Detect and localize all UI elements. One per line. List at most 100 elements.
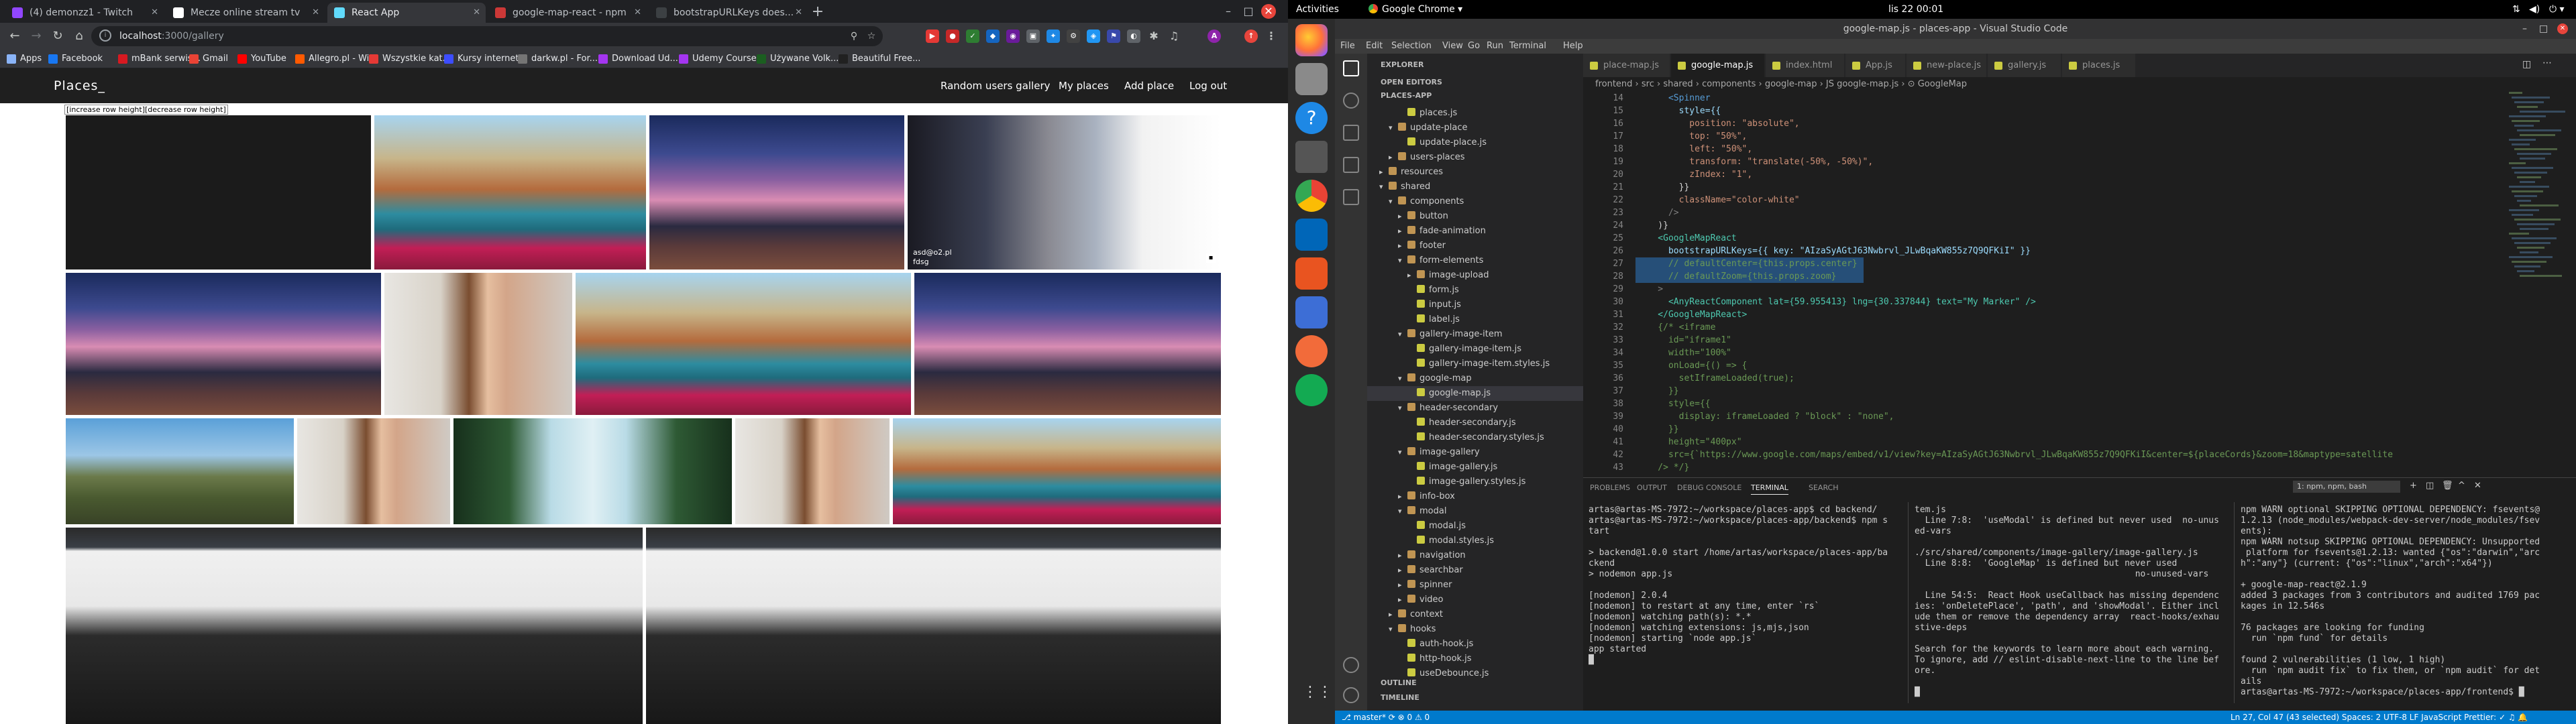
panel-tab-terminal[interactable]: TERMINAL: [1751, 483, 1788, 495]
firefox-icon[interactable]: [1295, 24, 1328, 56]
gallery-image-portrait[interactable]: [735, 418, 890, 524]
extension-icon[interactable]: ▶: [926, 29, 939, 43]
bookmark-item[interactable]: YouTube: [236, 50, 286, 68]
menu-item-selection[interactable]: Selection: [1391, 39, 1432, 54]
bookmark-item[interactable]: Allegro.pl - Wi...: [294, 50, 378, 68]
gallery-image-monastery[interactable]: [66, 418, 294, 524]
gallery-image-city-night[interactable]: [649, 115, 904, 269]
home-icon[interactable]: ⌂: [70, 27, 89, 46]
extensions-puzzle-icon[interactable]: ✱: [1147, 29, 1161, 43]
file-tree-item[interactable]: header-secondary.styles.js: [1417, 430, 1544, 445]
menu-item-go[interactable]: Go: [1468, 39, 1480, 54]
tab-close-icon[interactable]: ✕: [634, 3, 641, 23]
kill-terminal-icon[interactable]: 🗑: [2442, 481, 2453, 491]
gallery-image-blurred[interactable]: asd@o2.pl fdsg ▪: [908, 115, 1221, 269]
menu-item-run[interactable]: Run: [1487, 39, 1503, 54]
bookmark-item[interactable]: Facebook: [47, 50, 103, 68]
gallery-image-cinque-terre[interactable]: [374, 115, 646, 269]
terminal-3[interactable]: npm WARN optional SKIPPING OPTIONAL DEPE…: [2241, 505, 2569, 706]
terminal-divider[interactable]: [2234, 502, 2235, 703]
browser-tab[interactable]: bootstrapURLKeys does... ✕: [649, 3, 808, 23]
extension-icon[interactable]: ◉: [1006, 29, 1020, 43]
menu-item-terminal[interactable]: Terminal: [1509, 39, 1546, 54]
activities-button[interactable]: Activities: [1296, 0, 1339, 19]
file-tree-item[interactable]: components: [1389, 194, 1464, 209]
code-editor[interactable]: 14 <Spinner 15 style={{16 position: "abso…: [1583, 92, 2576, 477]
tab-close-icon[interactable]: ✕: [795, 3, 802, 23]
file-tree-item[interactable]: places.js: [1407, 106, 1457, 121]
focused-app-menu[interactable]: Google Chrome ▾: [1368, 0, 1462, 19]
file-tree-item[interactable]: button: [1398, 209, 1448, 224]
zoom-icon[interactable]: ⚲: [848, 30, 860, 42]
clock[interactable]: lis 22 00:01: [1888, 0, 1943, 19]
file-tree-item[interactable]: fade-animation: [1398, 224, 1486, 239]
file-tree-item[interactable]: searchbar: [1398, 563, 1463, 578]
file-tree-item[interactable]: form-elements: [1398, 253, 1483, 268]
editor-tab[interactable]: place-map.js: [1583, 54, 1670, 77]
account-icon[interactable]: [1343, 657, 1359, 673]
file-tree-item[interactable]: http-hook.js: [1407, 652, 1472, 666]
new-tab-button[interactable]: +: [808, 3, 827, 21]
gallery-image-cinque-terre[interactable]: [893, 418, 1221, 524]
gallery-image-portrait[interactable]: [384, 273, 572, 415]
breadcrumbs[interactable]: frontend › src › shared › components › g…: [1583, 77, 2576, 92]
panel-tab-debug-console[interactable]: DEBUG CONSOLE: [1677, 483, 1741, 492]
files-icon[interactable]: [1295, 63, 1328, 95]
new-terminal-icon[interactable]: +: [2410, 481, 2417, 491]
gallery-image-city-night[interactable]: [914, 273, 1221, 415]
extension-icon[interactable]: ✓: [966, 29, 979, 43]
file-tree-item[interactable]: gallery-image-item.js: [1417, 342, 1521, 357]
show-applications-icon[interactable]: ⋮⋮⋮: [1303, 684, 1347, 701]
extension-icon[interactable]: ✦: [1046, 29, 1060, 43]
extension-icon[interactable]: ▣: [1026, 29, 1040, 43]
editor-tab[interactable]: places.js: [2062, 54, 2136, 77]
vscode-icon[interactable]: [1295, 219, 1328, 251]
project-section[interactable]: PLACES-APP: [1381, 91, 1432, 100]
nav-add-place[interactable]: Add place: [1124, 68, 1174, 103]
file-tree-item[interactable]: update-place: [1389, 121, 1468, 135]
tab-close-icon[interactable]: ✕: [151, 3, 158, 23]
split-terminal-icon[interactable]: ◫: [2426, 481, 2434, 491]
file-tree-item[interactable]: header-secondary: [1398, 401, 1498, 416]
terminal-divider[interactable]: [1908, 502, 1909, 703]
mongodb-compass-icon[interactable]: [1295, 374, 1328, 406]
editor-tab[interactable]: new-place.js: [1907, 54, 1987, 77]
help-icon[interactable]: ?: [1295, 102, 1328, 134]
terminal-2[interactable]: tem.js Line 7:8: 'useModal' is defined b…: [1915, 505, 2230, 706]
timeline-section[interactable]: TIMELINE: [1381, 693, 1419, 702]
browser-tab[interactable]: React App ✕: [327, 3, 486, 23]
outline-section[interactable]: OUTLINE: [1381, 678, 1417, 687]
screenshot-icon[interactable]: [1295, 296, 1328, 328]
file-tree-item[interactable]: image-gallery.styles.js: [1417, 475, 1525, 489]
bookmark-item[interactable]: Udemy Course...: [678, 50, 765, 68]
editor-tab[interactable]: App.js: [1845, 54, 1906, 77]
extension-icon[interactable]: ◈: [1087, 29, 1100, 43]
browser-tab[interactable]: google-map-react - npm ✕: [488, 3, 647, 23]
bookmark-item[interactable]: Gmail: [188, 50, 228, 68]
browser-tab[interactable]: Mecze online stream tv ✕: [166, 3, 325, 23]
bookmark-item[interactable]: Wszystkie kat...: [368, 50, 451, 68]
bookmark-star-icon[interactable]: ☆: [865, 30, 877, 42]
gallery-image-waterfall[interactable]: [453, 418, 732, 524]
extension-icon[interactable]: ◐: [1127, 29, 1140, 43]
file-tree-item[interactable]: update-place.js: [1407, 135, 1487, 150]
tab-close-icon[interactable]: ✕: [312, 3, 319, 23]
terminal-1[interactable]: artas@artas-MS-7972:~/workspace/places-a…: [1589, 505, 1904, 706]
bookmark-item[interactable]: Używane Volk...: [755, 50, 839, 68]
file-tree-item[interactable]: image-gallery.js: [1417, 460, 1497, 475]
bookmark-item[interactable]: darkw.pl - For...: [517, 50, 598, 68]
source-control-icon[interactable]: [1343, 125, 1359, 141]
bookmark-item[interactable]: Kursy internet...: [443, 50, 527, 68]
volume-icon[interactable]: ◀): [2529, 0, 2540, 19]
file-tree-item[interactable]: info-box: [1398, 489, 1455, 504]
power-icon[interactable]: ⏻ ▾: [2549, 0, 2565, 19]
media-icon[interactable]: ♫: [1167, 29, 1181, 43]
file-tree-item[interactable]: google-map: [1398, 371, 1472, 386]
bookmark-item[interactable]: Download Ud...: [597, 50, 678, 68]
status-left[interactable]: ⎇ master* ⟳ ⊗ 0 ⚠ 0: [1342, 711, 1430, 724]
postman-icon[interactable]: [1295, 335, 1328, 367]
menu-item-file[interactable]: File: [1340, 39, 1355, 54]
settings-icon[interactable]: [1295, 141, 1328, 173]
file-tree-item[interactable]: label.js: [1417, 312, 1460, 327]
file-tree-item[interactable]: video: [1398, 593, 1443, 607]
